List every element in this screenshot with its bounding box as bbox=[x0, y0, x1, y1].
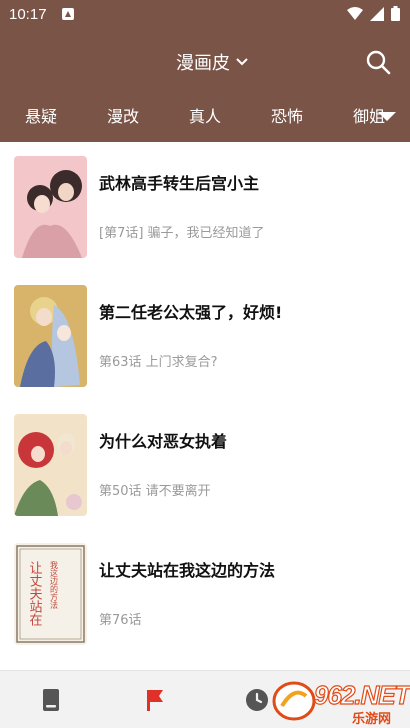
list-item[interactable]: 让丈夫站在 我这边的方法 让丈夫站在我这边的方法 第76话 bbox=[0, 529, 410, 657]
battery-icon bbox=[391, 6, 400, 21]
app-title: 漫画皮 bbox=[176, 53, 230, 74]
comic-cover: 让丈夫站在 我这边的方法 bbox=[14, 543, 87, 645]
comic-title: 第二任老公太强了，好烦! bbox=[99, 303, 283, 322]
cover-title: 让丈夫站在 bbox=[27, 561, 43, 626]
title-bar: 漫画皮 bbox=[0, 44, 410, 78]
comic-cover bbox=[14, 156, 87, 258]
list-item[interactable]: 为什么对恶女执着 第50话 请不要离开 bbox=[0, 400, 410, 528]
bookshelf-icon[interactable] bbox=[38, 687, 64, 713]
discover-flag-icon[interactable] bbox=[142, 687, 168, 713]
tab-expand-arrow-icon[interactable] bbox=[378, 112, 396, 121]
comic-title: 为什么对恶女执着 bbox=[99, 432, 228, 451]
watermark-logo: 962.NET 乐游网 bbox=[270, 678, 410, 727]
comic-chapter: 第76话 bbox=[99, 613, 142, 628]
watermark-subtext: 乐游网 bbox=[352, 712, 392, 727]
comic-title: 武林高手转生后宫小主 bbox=[99, 174, 260, 193]
comic-cover bbox=[14, 285, 87, 387]
tab-live-action[interactable]: 真人 bbox=[164, 100, 246, 136]
comic-chapter: [第7话] 骗子，我已经知道了 bbox=[99, 226, 265, 241]
tab-horror[interactable]: 恐怖 bbox=[246, 100, 328, 136]
history-clock-icon[interactable] bbox=[244, 687, 270, 713]
comic-cover bbox=[14, 414, 87, 516]
wifi-icon bbox=[347, 6, 363, 20]
signal-icon bbox=[370, 6, 384, 21]
comic-list: 武林高手转生后宫小主 [第7话] 骗子，我已经知道了 第二任老公太强了，好烦! … bbox=[0, 142, 410, 670]
system-icons bbox=[347, 6, 400, 21]
tab-mature[interactable]: 御姐 bbox=[328, 100, 410, 136]
watermark-emblem-icon bbox=[272, 681, 316, 721]
watermark-text: 962.NET bbox=[313, 679, 410, 710]
source-selector[interactable]: 漫画皮 bbox=[176, 49, 248, 75]
list-item[interactable]: 第二任老公太强了，好烦! 第63话 上门求复合? bbox=[0, 271, 410, 399]
comic-title: 让丈夫站在我这边的方法 bbox=[99, 561, 276, 580]
list-item[interactable]: 武林高手转生后宫小主 [第7话] 骗子，我已经知道了 bbox=[0, 142, 410, 270]
cover-subtitle: 我这边的方法 bbox=[50, 560, 59, 610]
top-header: 10:17 漫画皮 悬疑 漫改 真人 恐怖 御姐 bbox=[0, 0, 410, 142]
comic-chapter: 第50话 请不要离开 bbox=[99, 484, 211, 499]
category-tabs: 悬疑 漫改 真人 恐怖 御姐 bbox=[0, 100, 410, 136]
notification-icon bbox=[62, 8, 74, 20]
tab-suspense[interactable]: 悬疑 bbox=[0, 100, 82, 136]
status-time: 10:17 bbox=[9, 6, 47, 23]
tab-adaptation[interactable]: 漫改 bbox=[82, 100, 164, 136]
chevron-down-icon bbox=[236, 58, 248, 66]
search-icon[interactable] bbox=[364, 48, 392, 76]
status-bar: 10:17 bbox=[0, 0, 410, 30]
comic-chapter: 第63话 上门求复合? bbox=[99, 355, 218, 370]
